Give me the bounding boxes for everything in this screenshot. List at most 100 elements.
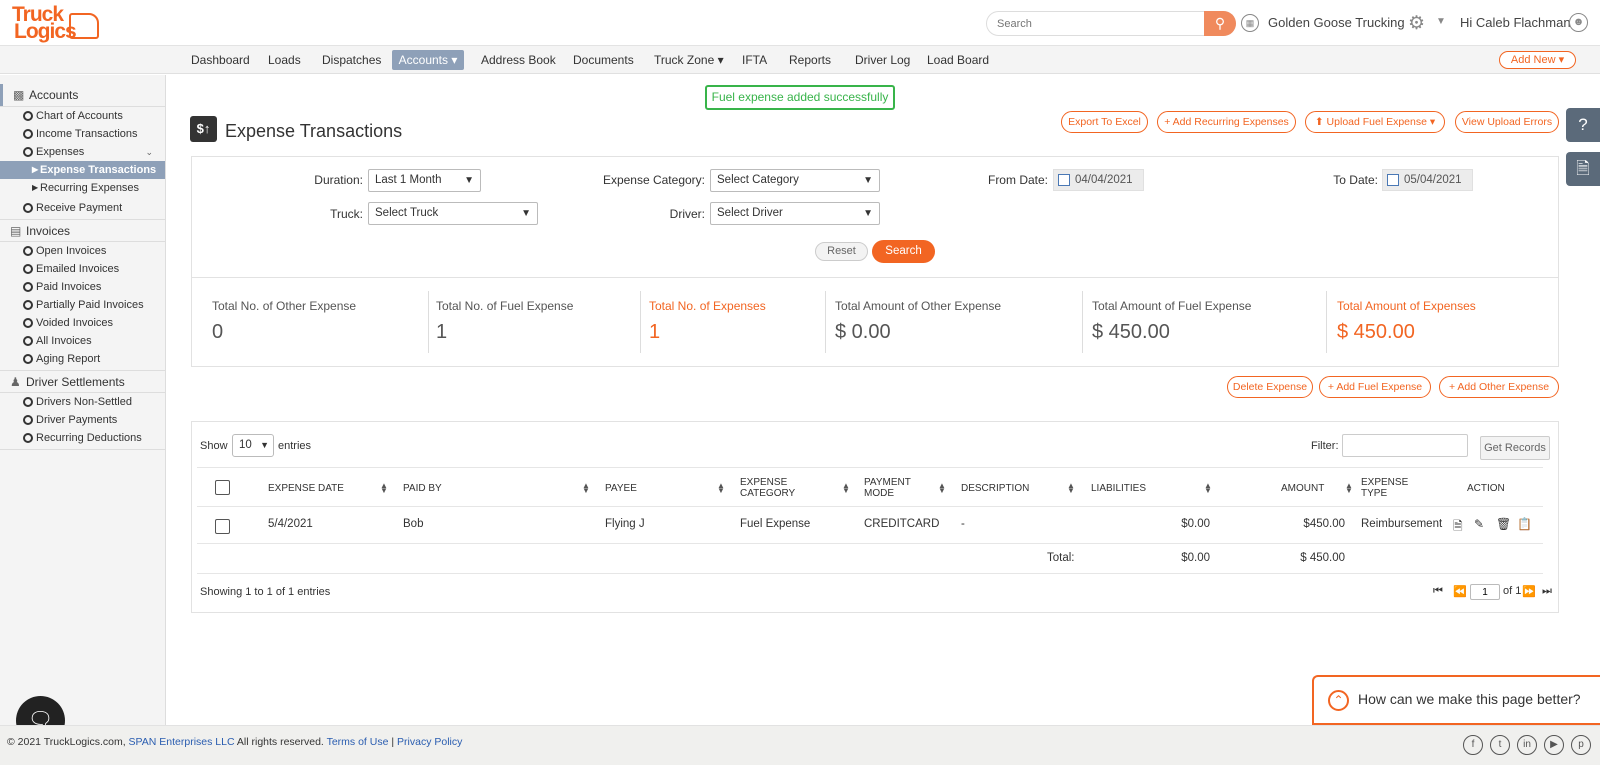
sidebar-item-paid-invoices[interactable]: Paid Invoices	[0, 278, 165, 296]
sort-icon[interactable]: ▲ ▼	[380, 482, 388, 495]
add-fuel-expense-button[interactable]: + Add Fuel Expense	[1319, 376, 1431, 398]
col-liabilities[interactable]: LIABILITIES	[1091, 483, 1146, 494]
linkedin-icon[interactable]: in	[1517, 735, 1537, 755]
nav-dashboard[interactable]: Dashboard	[191, 53, 250, 67]
last-page-icon[interactable]: ⏭	[1542, 585, 1552, 598]
company-name[interactable]: Golden Goose Trucking	[1268, 15, 1405, 30]
export-to-excel-button[interactable]: Export To Excel	[1061, 111, 1148, 133]
sidebar-item-recurring-deductions[interactable]: Recurring Deductions	[0, 429, 165, 447]
terms-link[interactable]: Terms of Use	[327, 736, 389, 748]
nav-documents[interactable]: Documents	[573, 53, 634, 67]
nav-accounts[interactable]: Accounts ▾	[392, 50, 464, 70]
first-page-icon[interactable]: ⏮	[1433, 585, 1443, 598]
facebook-icon[interactable]: f	[1463, 735, 1483, 755]
user-greeting[interactable]: Hi Caleb Flachman	[1460, 15, 1571, 30]
view-document-icon[interactable]: 🗎	[1453, 517, 1463, 538]
page-number-input[interactable]	[1470, 584, 1500, 600]
col-expense-category-line2[interactable]: CATEGORY	[740, 488, 795, 499]
sort-icon[interactable]: ▲ ▼	[1067, 482, 1075, 495]
sidebar-item-receive-payment[interactable]: Receive Payment	[0, 199, 165, 217]
sort-icon[interactable]: ▲ ▼	[1204, 482, 1212, 495]
help-question-icon[interactable]: ?	[1566, 108, 1600, 142]
get-records-button[interactable]: Get Records	[1480, 436, 1550, 460]
sort-icon[interactable]: ▲ ▼	[717, 482, 725, 495]
edit-pencil-icon[interactable]: ✎	[1474, 517, 1484, 531]
chevron-down-icon[interactable]: ▼	[1436, 16, 1446, 27]
nav-driver-log[interactable]: Driver Log	[855, 53, 910, 67]
filter-input[interactable]	[1342, 434, 1468, 457]
add-recurring-expenses-button[interactable]: + Add Recurring Expenses	[1157, 111, 1296, 133]
nav-reports[interactable]: Reports	[789, 53, 831, 67]
select-all-checkbox[interactable]	[215, 480, 230, 495]
filter-label: Filter:	[1311, 440, 1339, 452]
add-new-button[interactable]: Add New ▾	[1499, 51, 1576, 69]
sidebar-item-open-invoices[interactable]: Open Invoices	[0, 242, 165, 260]
row-checkbox[interactable]	[215, 519, 230, 534]
privacy-link[interactable]: Privacy Policy	[397, 736, 462, 748]
trucklogics-logo[interactable]: Truck Logics	[12, 4, 99, 42]
sort-icon[interactable]: ▲ ▼	[1345, 482, 1353, 495]
col-expense-category-line1[interactable]: EXPENSE	[740, 477, 787, 488]
copy-icon[interactable]: 📋	[1517, 517, 1532, 531]
search-button[interactable]: Search	[872, 240, 935, 263]
twitter-icon[interactable]: t	[1490, 735, 1510, 755]
nav-ifta[interactable]: IFTA	[742, 53, 767, 67]
add-other-expense-button[interactable]: + Add Other Expense	[1439, 376, 1559, 398]
sidebar-item-emailed-invoices[interactable]: Emailed Invoices	[0, 260, 165, 278]
feedback-widget[interactable]: ⌃ How can we make this page better?	[1312, 675, 1600, 725]
youtube-icon[interactable]: ▶	[1544, 735, 1564, 755]
from-date-field[interactable]: 04/04/2021	[1053, 169, 1144, 191]
nav-truck-zone[interactable]: Truck Zone ▾	[654, 53, 724, 67]
previous-page-icon[interactable]: ⏪	[1453, 585, 1467, 598]
col-payment-mode-line1[interactable]: PAYMENT	[864, 477, 911, 488]
sort-icon[interactable]: ▲ ▼	[938, 482, 946, 495]
sidebar-item-aging-report[interactable]: Aging Report	[0, 350, 165, 368]
sidebar-item-partially-paid-invoices[interactable]: Partially Paid Invoices	[0, 296, 165, 314]
sidebar-item-income-transactions[interactable]: Income Transactions	[0, 125, 165, 143]
delete-expense-button[interactable]: Delete Expense	[1227, 376, 1313, 398]
view-upload-errors-button[interactable]: View Upload Errors	[1455, 111, 1559, 133]
company-link[interactable]: SPAN Enterprises LLC	[129, 736, 235, 748]
col-amount[interactable]: AMOUNT	[1281, 483, 1324, 494]
truck-select[interactable]: Select Truck ▼	[368, 202, 538, 225]
sidebar-head-accounts[interactable]: ▩ Accounts	[0, 84, 165, 106]
sidebar-item-expenses[interactable]: Expenses ⌄	[0, 143, 165, 161]
separator: |	[391, 736, 395, 748]
col-paid-by[interactable]: PAID BY	[403, 483, 442, 494]
sidebar-item-all-invoices[interactable]: All Invoices	[0, 332, 165, 350]
sidebar-item-chart-of-accounts[interactable]: Chart of Accounts	[0, 107, 165, 125]
sort-icon[interactable]: ▲ ▼	[842, 482, 850, 495]
reset-button[interactable]: Reset	[815, 242, 868, 261]
driver-select[interactable]: Select Driver ▼	[710, 202, 880, 225]
next-page-icon[interactable]: ⏩	[1522, 585, 1536, 598]
gear-icon[interactable]: ⚙	[1408, 12, 1425, 35]
col-expense-date[interactable]: EXPENSE DATE	[268, 483, 344, 494]
trash-icon[interactable]: 🗑	[1496, 517, 1511, 531]
sidebar-head-invoices[interactable]: ▤ Invoices	[0, 220, 165, 242]
search-icon[interactable]: ⚲	[1204, 11, 1236, 36]
expense-category-select[interactable]: Select Category ▼	[710, 169, 880, 192]
global-search-input[interactable]	[997, 16, 1187, 32]
nav-address-book[interactable]: Address Book	[481, 53, 556, 67]
col-description[interactable]: DESCRIPTION	[961, 483, 1029, 494]
duration-select[interactable]: Last 1 Month ▼	[368, 169, 481, 192]
nav-loads[interactable]: Loads	[268, 53, 301, 67]
sidebar-head-driver-settlements[interactable]: ♟ Driver Settlements	[0, 371, 165, 393]
sidebar-item-voided-invoices[interactable]: Voided Invoices	[0, 314, 165, 332]
sidebar-sub-recurring-expenses[interactable]: ▶ Recurring Expenses	[0, 179, 165, 197]
pinterest-icon[interactable]: p	[1571, 735, 1591, 755]
col-payment-mode-line2[interactable]: MODE	[864, 488, 894, 499]
document-search-icon[interactable]: 🗎	[1566, 152, 1600, 186]
sidebar-sub-expense-transactions[interactable]: ▶ Expense Transactions	[0, 161, 165, 179]
sort-icon[interactable]: ▲ ▼	[582, 482, 590, 495]
nav-dispatches[interactable]: Dispatches	[322, 53, 381, 67]
sidebar-item-driver-payments[interactable]: Driver Payments	[0, 411, 165, 429]
sidebar-item-drivers-non-settled[interactable]: Drivers Non-Settled	[0, 393, 165, 411]
nav-load-board[interactable]: Load Board	[927, 53, 989, 67]
page-size-select[interactable]: 10 ▼	[232, 434, 274, 457]
upload-fuel-expense-button[interactable]: ⬆ Upload Fuel Expense ▾	[1305, 111, 1445, 133]
sidebar-item-label: Expense Transactions	[40, 164, 157, 176]
user-avatar-icon[interactable]: ☻	[1569, 13, 1588, 32]
to-date-field[interactable]: 05/04/2021	[1382, 169, 1473, 191]
col-payee[interactable]: PAYEE	[605, 483, 637, 494]
